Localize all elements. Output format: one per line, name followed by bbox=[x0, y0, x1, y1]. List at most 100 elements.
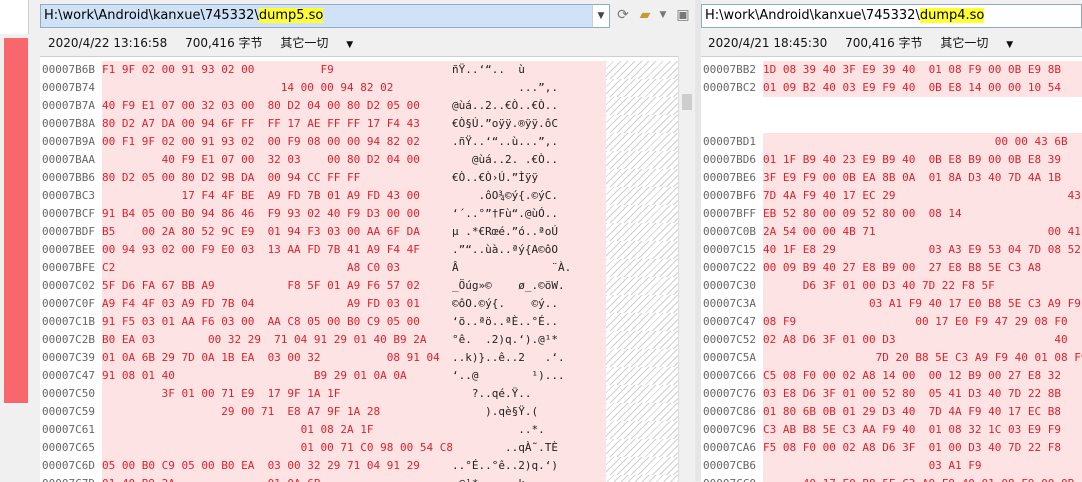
row-ascii-text[interactable]: ‘´..°”†Fù“.@ùÓ.. bbox=[452, 205, 606, 223]
row-hex-bytes[interactable]: C2 A8 C0 03 bbox=[102, 259, 462, 277]
row-hex-bytes[interactable]: 03 E8 D6 3F 01 00 52 80 05 41 D3 40 7D 2… bbox=[763, 385, 1082, 403]
hex-row[interactable]: 00007C50 3F 01 00 71 E9 17 9F 1A 1F ?..q… bbox=[40, 385, 678, 403]
row-hex-bytes[interactable]: B0 EA 03 00 32 29 71 04 91 29 01 40 B9 2… bbox=[102, 331, 462, 349]
hex-row[interactable]: 00007C86 01 80 6B 0B 01 29 D3 40 7D 4A F9… bbox=[701, 403, 1082, 421]
row-hex-bytes[interactable]: 3F 01 00 71 E9 17 9F 1A 1F bbox=[102, 385, 462, 403]
row-hex-bytes[interactable]: 80 D2 05 00 80 D2 9B DA 00 94 CC FF FF bbox=[102, 169, 462, 187]
row-ascii-text[interactable]: ).qè§Ÿ.( bbox=[452, 403, 606, 421]
hex-row[interactable]: 00007C61 01 08 2A 1F ..*. bbox=[40, 421, 678, 439]
row-hex-bytes[interactable]: 00 F1 9F 02 00 91 93 02 00 F9 08 00 00 9… bbox=[102, 133, 462, 151]
row-ascii-text[interactable]: .ñŸ..‘“..ù...”,. bbox=[452, 133, 606, 151]
row-ascii-text[interactable]: µ .*€Rœé.”ó..ªoÚ bbox=[452, 223, 606, 241]
row-hex-bytes[interactable]: 00 00 43 6B bbox=[763, 133, 1082, 151]
hex-row[interactable]: 00007BB2 1D 08 39 40 3F E9 39 40 01 08 F9… bbox=[701, 61, 1082, 79]
row-hex-bytes[interactable]: 40 F9 E1 07 00 32 03 00 80 D2 04 00 80 D… bbox=[102, 97, 462, 115]
row-hex-bytes[interactable]: 29 00 71 E8 A7 9F 1A 28 bbox=[102, 403, 462, 421]
hex-row[interactable]: 00007BFE C2 A8 C0 03 Â ¨À. bbox=[40, 259, 678, 277]
right-hex-pane[interactable]: 00007BB2 1D 08 39 40 3F E9 39 40 01 08 F9… bbox=[701, 56, 1082, 482]
hex-row[interactable]: 00007B7A 40 F9 E1 07 00 32 03 00 80 D2 04… bbox=[40, 97, 678, 115]
hex-row[interactable]: 00007C15 40 1F E8 29 03 A3 E9 53 04 7D 08… bbox=[701, 241, 1082, 259]
hex-row[interactable]: 00007B74 14 00 00 94 82 02 ...”,. bbox=[40, 79, 678, 97]
row-hex-bytes[interactable]: 91 08 01 40 B9 29 01 0A 0A bbox=[102, 367, 462, 385]
hex-row[interactable]: 00007C30 D6 3F 01 00 D3 40 7D 22 F8 5F bbox=[701, 277, 1082, 295]
row-ascii-text[interactable]: °ê. .2)q.‘).@¹* bbox=[452, 331, 606, 349]
left-scroll-thumb[interactable] bbox=[682, 94, 692, 110]
row-hex-bytes[interactable]: 2A 54 00 00 4B 71 00 41 1F bbox=[763, 223, 1082, 241]
hex-row[interactable]: 00007BD6 01 1F B9 40 23 E9 B9 40 0B E8 B9… bbox=[701, 151, 1082, 169]
row-hex-bytes[interactable]: 7D 4A F9 40 17 EC 29 43 bbox=[763, 187, 1082, 205]
hex-row[interactable]: 00007BAA 40 F9 E1 07 00 32 03 00 80 D2 0… bbox=[40, 151, 678, 169]
row-hex-bytes[interactable]: 17 F4 4F BE A9 FD 7B 01 A9 FD 43 00 bbox=[102, 187, 462, 205]
hex-row[interactable]: 00007BFF EB 52 80 00 09 52 80 00 08 14 bbox=[701, 205, 1082, 223]
left-vertical-scrollbar[interactable] bbox=[678, 56, 695, 481]
hex-row[interactable]: 00007BCF 91 B4 05 00 B0 94 86 46 F9 93 02… bbox=[40, 205, 678, 223]
row-hex-bytes[interactable]: 91 B4 05 00 B0 94 86 46 F9 93 02 40 F9 D… bbox=[102, 205, 462, 223]
row-hex-bytes[interactable]: 14 00 00 94 82 02 bbox=[102, 79, 462, 97]
hex-row[interactable]: 00007C5A 7D 20 B8 5E C3 A9 F9 40 01 08 F… bbox=[701, 349, 1082, 367]
right-encoding-select[interactable]: 其它一切 ▼ bbox=[940, 36, 1027, 50]
hex-row[interactable]: 00007C0F A9 F4 4F 03 A9 FD 7B 04 A9 FD 03… bbox=[40, 295, 678, 313]
row-ascii-text[interactable]: ..qÀ˜.TÈ bbox=[452, 439, 606, 457]
hex-row[interactable]: 00007C47 08 F9 00 17 E0 F9 47 29 08 F0 bbox=[701, 313, 1082, 331]
row-ascii-text[interactable]: ..°É..°ê..2)q.‘) bbox=[452, 457, 606, 475]
row-hex-bytes[interactable]: 00 09 B9 40 27 E8 B9 00 27 E8 B8 5E C3 A… bbox=[763, 259, 1082, 277]
hex-row[interactable]: 00007CA6 F5 08 F0 00 02 A8 D6 3F 01 00 D3… bbox=[701, 439, 1082, 457]
row-ascii-text[interactable]: ñŸ..‘“.. ù bbox=[452, 61, 606, 79]
row-hex-bytes[interactable]: A9 F4 4F 03 A9 FD 7B 04 A9 FD 03 01 bbox=[102, 295, 462, 313]
row-hex-bytes[interactable]: 03 A1 F9 bbox=[763, 457, 1082, 475]
left-hex-pane[interactable]: 00007B6B F1 9F 02 00 91 93 02 00 F9 ñŸ..‘… bbox=[40, 56, 678, 482]
hex-row[interactable] bbox=[701, 97, 1082, 115]
hex-row[interactable]: 00007C76 03 E8 D6 3F 01 00 52 80 05 41 D3… bbox=[701, 385, 1082, 403]
row-ascii-text[interactable]: _Öúg»© ø_.©öW. bbox=[452, 277, 606, 295]
row-hex-bytes[interactable]: 40 F9 E1 07 00 32 03 00 80 D2 04 00 bbox=[102, 151, 462, 169]
row-hex-bytes[interactable]: 08 F9 00 17 E0 F9 47 29 08 F0 bbox=[763, 313, 1082, 331]
row-hex-bytes[interactable]: 3F E9 F9 00 0B EA 8B 0A 01 8A D3 40 7D 4… bbox=[763, 169, 1082, 187]
row-ascii-text[interactable]: .”“..ùà..ªý{A©ôO bbox=[452, 241, 606, 259]
right-path-input[interactable]: H:\work\Android\kanxue\745332\dump4.so bbox=[701, 4, 1082, 28]
hex-row[interactable]: 00007BEE 00 94 93 02 00 F9 E0 03 13 AA FD… bbox=[40, 241, 678, 259]
row-hex-bytes[interactable]: 01 09 B2 40 03 E9 F9 40 0B E8 14 00 00 1… bbox=[763, 79, 1082, 97]
row-hex-bytes[interactable]: 80 D2 A7 DA 00 94 6F FF FF 17 AE FF FF 1… bbox=[102, 115, 462, 133]
hex-row[interactable]: 00007BD1 00 00 43 6B bbox=[701, 133, 1082, 151]
row-hex-bytes[interactable]: 01 1F B9 40 23 E9 B9 40 0B E8 B9 00 0B E… bbox=[763, 151, 1082, 169]
open-folder-dropdown-icon[interactable]: ▼ bbox=[654, 6, 672, 24]
hex-row[interactable]: 00007BB6 80 D2 05 00 80 D2 9B DA 00 94 CC… bbox=[40, 169, 678, 187]
row-hex-bytes[interactable]: 01 08 2A 1F bbox=[102, 421, 462, 439]
hex-row[interactable]: 00007C3A 03 A1 F9 40 17 E0 B8 5E C3 A9 F… bbox=[701, 295, 1082, 313]
row-ascii-text[interactable]: ..k)}..ê..2 .‘. bbox=[452, 349, 606, 367]
hex-row[interactable]: 00007C65 01 00 71 C0 98 00 54 C8 ..qÀ˜.T… bbox=[40, 439, 678, 457]
save-icon[interactable]: ▣ bbox=[674, 6, 692, 24]
hex-row[interactable]: 00007C39 01 0A 6B 29 7D 0A 1B EA 03 00 32… bbox=[40, 349, 678, 367]
hex-row[interactable]: 00007BF6 7D 4A F9 40 17 EC 29 43 bbox=[701, 187, 1082, 205]
row-hex-bytes[interactable]: EB 52 80 00 09 52 80 00 08 14 bbox=[763, 205, 1082, 223]
row-hex-bytes[interactable]: C5 08 F0 00 02 A8 14 00 00 12 B9 00 27 E… bbox=[763, 367, 1082, 385]
row-ascii-text[interactable]: €Ò§Ú.”oÿÿ.®ÿÿ.ôC bbox=[452, 115, 606, 133]
left-path-dropdown-icon[interactable]: ▼ bbox=[592, 5, 609, 27]
row-ascii-text[interactable]: .ôO¾©ý{.©ýC. bbox=[452, 187, 606, 205]
hex-row[interactable]: 00007C6D 05 00 B0 C9 05 00 B0 EA 03 00 32… bbox=[40, 457, 678, 475]
hex-row[interactable]: 00007C02 5F D6 FA 67 BB A9 F8 5F 01 A9 F6… bbox=[40, 277, 678, 295]
row-hex-bytes[interactable]: 01 80 6B 0B 01 29 D3 40 7D 4A F9 40 17 E… bbox=[763, 403, 1082, 421]
hex-row[interactable]: 00007C2B B0 EA 03 00 32 29 71 04 91 29 01… bbox=[40, 331, 678, 349]
row-ascii-text[interactable]: Â ¨À. bbox=[452, 259, 606, 277]
row-ascii-text[interactable]: @ùá..2. .€Ò.. bbox=[452, 151, 606, 169]
hex-row[interactable]: 00007BDF B5 00 2A 80 52 9C E9 01 94 F3 03… bbox=[40, 223, 678, 241]
left-path-input[interactable]: H:\work\Android\kanxue\745332\dump5.so ▼ bbox=[40, 4, 610, 28]
row-ascii-text[interactable]: ‘õ..ªö..ªÈ..°É.. bbox=[452, 313, 606, 331]
row-hex-bytes[interactable]: F1 9F 02 00 91 93 02 00 F9 bbox=[102, 61, 462, 79]
right-encoding-dropdown-icon[interactable]: ▼ bbox=[1006, 40, 1013, 50]
hex-row[interactable]: 00007B8A 80 D2 A7 DA 00 94 6F FF FF 17 AE… bbox=[40, 115, 678, 133]
row-hex-bytes[interactable]: 05 00 B0 C9 05 00 B0 EA 03 00 32 29 71 0… bbox=[102, 457, 462, 475]
difference-overview-bar[interactable] bbox=[4, 38, 28, 403]
hex-row[interactable]: 00007CB6 03 A1 F9 bbox=[701, 457, 1082, 475]
row-hex-bytes[interactable]: B5 00 2A 80 52 9C E9 01 94 F3 03 00 AA 6… bbox=[102, 223, 462, 241]
swap-arrow-icon[interactable]: ⟳ bbox=[614, 6, 632, 24]
row-hex-bytes[interactable]: F5 08 F0 00 02 A8 D6 3F 01 00 D3 40 7D 2… bbox=[763, 439, 1082, 457]
hex-row[interactable]: 00007BC2 01 09 B2 40 03 E9 F9 40 0B E8 14… bbox=[701, 79, 1082, 97]
left-encoding-dropdown-icon[interactable]: ▼ bbox=[346, 40, 353, 50]
row-hex-bytes[interactable]: 40 1F E8 29 03 A3 E9 53 04 7D 08 52 bbox=[763, 241, 1082, 259]
row-hex-bytes[interactable]: 1D 08 39 40 3F E9 39 40 01 08 F9 00 0B E… bbox=[763, 61, 1082, 79]
row-hex-bytes[interactable]: 00 94 93 02 00 F9 E0 03 13 AA FD 7B 41 A… bbox=[102, 241, 462, 259]
hex-row[interactable]: 00007C1B 91 F5 03 01 AA F6 03 00 AA C8 05… bbox=[40, 313, 678, 331]
row-hex-bytes[interactable]: 03 A1 F9 40 17 E0 B8 5E C3 A9 F9 40 bbox=[763, 295, 1082, 313]
